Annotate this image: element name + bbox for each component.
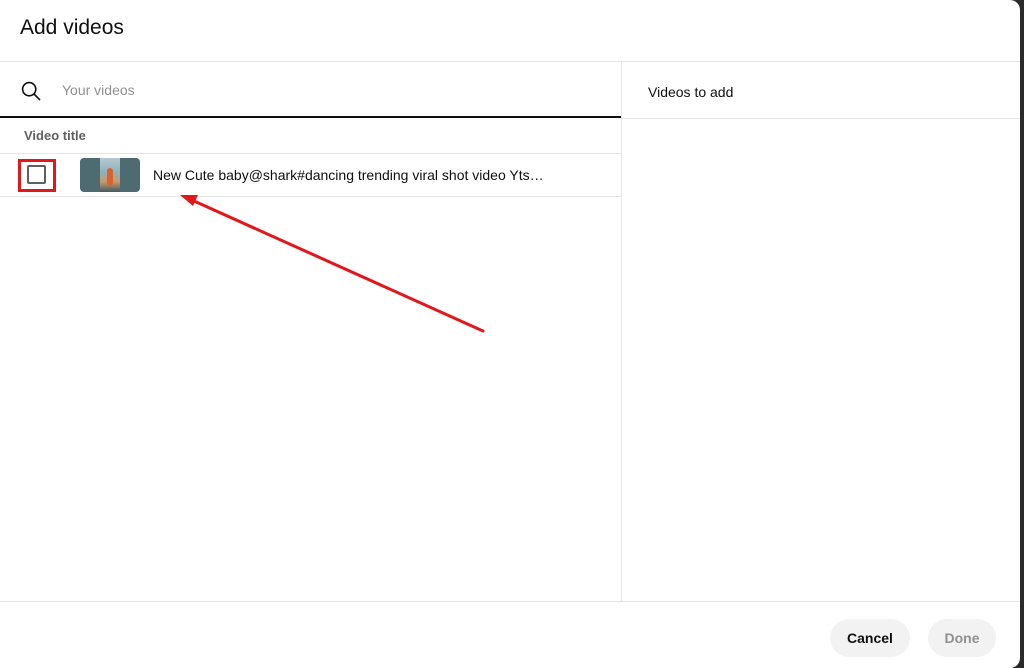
video-title: New Cute baby@shark#dancing trending vir… bbox=[153, 167, 544, 183]
cancel-button[interactable]: Cancel bbox=[830, 619, 910, 657]
videos-to-add-header: Videos to add bbox=[622, 62, 1020, 119]
table-row[interactable]: New Cute baby@shark#dancing trending vir… bbox=[0, 154, 621, 197]
add-videos-dialog: Add videos Video title New Cute baby@sha… bbox=[0, 0, 1020, 668]
video-thumbnail bbox=[80, 158, 140, 192]
videos-to-add-pane: Videos to add bbox=[622, 62, 1020, 601]
dialog-title: Add videos bbox=[20, 16, 124, 39]
video-select-checkbox[interactable] bbox=[27, 165, 46, 184]
column-header-label: Video title bbox=[24, 128, 86, 143]
search-bar bbox=[0, 62, 621, 118]
dialog-header: Add videos bbox=[0, 0, 1020, 62]
search-input[interactable] bbox=[62, 76, 602, 104]
dialog-footer: Cancel Done bbox=[0, 601, 1020, 668]
column-header-video-title: Video title bbox=[0, 118, 621, 154]
videos-to-add-label: Videos to add bbox=[648, 84, 734, 100]
thumbnail-figure bbox=[107, 168, 113, 186]
search-icon[interactable] bbox=[21, 81, 41, 101]
video-list-pane: Video title New Cute baby@shark#dancing … bbox=[0, 62, 622, 601]
done-button[interactable]: Done bbox=[928, 619, 996, 657]
